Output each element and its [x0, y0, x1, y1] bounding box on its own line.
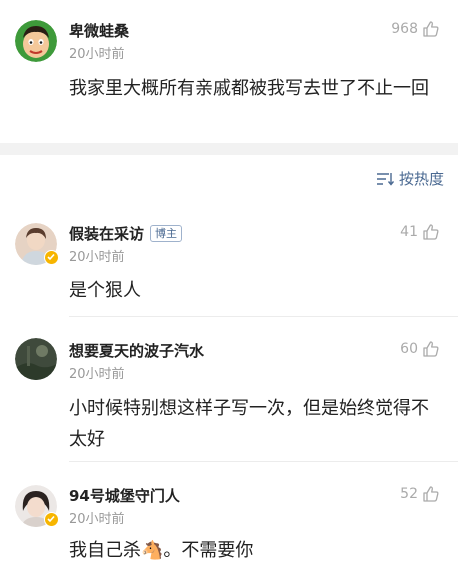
list-item: 想要夏天的波子汽水 20小时前 60 小时候特别想这样子写一次，但是始终觉得不太… [0, 335, 458, 463]
comment-text: 是个狠人 [69, 280, 141, 301]
top-comment: 卑微蛙桑 20小时前 968 我家里大概所有亲戚都被我写去世了不止一回 [0, 0, 458, 143]
timestamp: 20小时前 [69, 512, 125, 527]
username[interactable]: 想要夏天的波子汽水 [69, 340, 204, 361]
list-item: 假装在采访 博主 20小时前 41 是个狠人 [0, 218, 458, 318]
comment-text: 我家里大概所有亲戚都被我写去世了不止一回 [69, 78, 429, 99]
sort-toggle[interactable]: 按热度 [376, 168, 444, 189]
divider [69, 461, 458, 462]
divider [69, 316, 458, 317]
thumbs-up-icon [423, 486, 439, 502]
like-count: 41 [400, 224, 418, 240]
like-count: 968 [391, 21, 418, 37]
name-row: 卑微蛙桑 [69, 20, 129, 41]
comment-text: 我自己杀🐴。不需要你 [69, 540, 254, 561]
username[interactable]: 卑微蛙桑 [69, 20, 129, 41]
like-button[interactable]: 52 [400, 485, 440, 503]
sort-lines-icon [376, 172, 394, 186]
name-row: 想要夏天的波子汽水 [69, 340, 204, 361]
section-separator [0, 143, 458, 155]
like-button[interactable]: 968 [391, 20, 440, 38]
verified-badge-icon [44, 512, 59, 527]
name-row: 假装在采访 博主 [69, 223, 183, 244]
verified-badge-icon [44, 250, 59, 265]
username[interactable]: 94号城堡守门人 [69, 485, 180, 506]
avatar[interactable] [15, 20, 57, 62]
username[interactable]: 假装在采访 [69, 223, 144, 244]
thumbs-up-icon [423, 341, 439, 357]
avatar[interactable] [15, 338, 57, 380]
comment-text: 小时候特别想这样子写一次，但是始终觉得不太好 [69, 398, 429, 450]
list-item: 94号城堡守门人 20小时前 52 我自己杀🐴。不需要你 [0, 482, 458, 572]
like-count: 60 [400, 341, 418, 357]
comment-page: 卑微蛙桑 20小时前 968 我家里大概所有亲戚都被我写去世了不止一回 按热度 [0, 0, 458, 572]
timestamp: 20小时前 [69, 250, 125, 265]
like-button[interactable]: 41 [400, 223, 440, 241]
name-row: 94号城堡守门人 [69, 485, 180, 506]
nature-photo-avatar-icon [15, 338, 57, 380]
thumbs-up-icon [423, 21, 439, 37]
like-button[interactable]: 60 [400, 340, 440, 358]
like-count: 52 [400, 486, 418, 502]
timestamp: 20小时前 [69, 367, 125, 382]
timestamp: 20小时前 [69, 47, 125, 62]
cartoon-face-avatar-icon [15, 20, 57, 62]
author-tag: 博主 [150, 225, 183, 242]
sort-label: 按热度 [398, 170, 444, 188]
thumbs-up-icon [423, 224, 439, 240]
